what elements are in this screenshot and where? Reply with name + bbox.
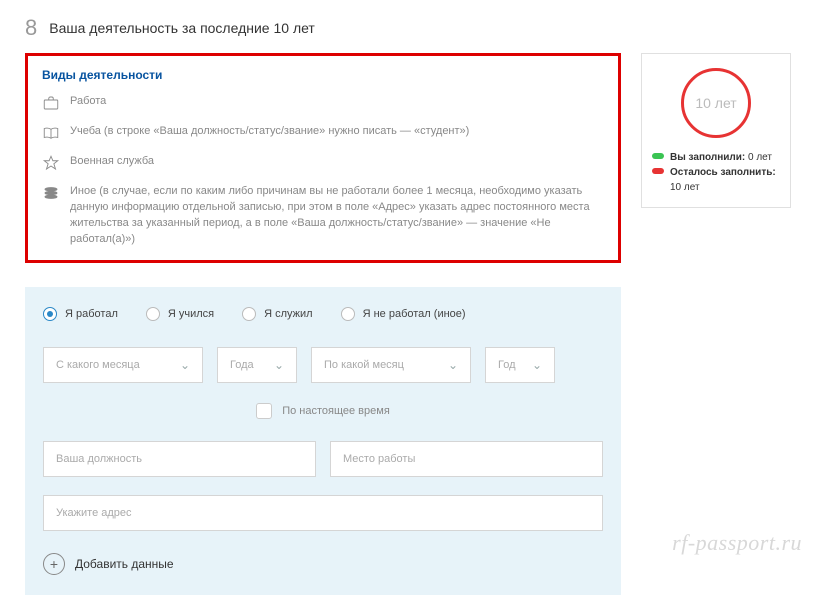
chevron-down-icon: ⌄ — [180, 358, 190, 372]
radio-dot-icon — [242, 307, 256, 321]
address-input[interactable]: Укажите адрес — [43, 495, 603, 531]
progress-card: 10 лет Вы заполнили: 0 лет Осталось запо… — [641, 53, 791, 208]
types-title: Виды деятельности — [42, 68, 604, 82]
type-label: Иное (в случае, если по каким либо причи… — [70, 184, 604, 248]
ring-label: 10 лет — [695, 95, 736, 111]
type-work: Работа — [42, 94, 604, 112]
position-input[interactable]: Ваша должность — [43, 441, 316, 477]
from-year-select[interactable]: Года ⌄ — [217, 347, 297, 383]
legend-filled: Вы заполнили: 0 лет — [652, 150, 780, 165]
briefcase-icon — [42, 94, 60, 112]
progress-ring: 10 лет — [681, 68, 751, 138]
plus-icon: + — [43, 553, 65, 575]
radio-label: Я не работал (иное) — [363, 308, 466, 320]
workplace-input[interactable]: Место работы — [330, 441, 603, 477]
placeholder: Место работы — [343, 453, 415, 465]
radio-dot-icon — [146, 307, 160, 321]
type-other: Иное (в случае, если по каким либо причи… — [42, 184, 604, 248]
stack-icon — [42, 184, 60, 202]
placeholder: По какой месяц — [324, 359, 404, 371]
pill-green-icon — [652, 153, 664, 159]
watermark: rf-passport.ru — [672, 530, 802, 556]
to-year-select[interactable]: Год ⌄ — [485, 347, 555, 383]
chevron-down-icon: ⌄ — [274, 358, 284, 372]
type-label: Учеба (в строке «Ваша должность/статус/з… — [70, 124, 469, 140]
radio-group: Я работал Я учился Я служил Я не работал… — [43, 307, 603, 321]
radio-label: Я служил — [264, 308, 312, 320]
placeholder: Года — [230, 359, 254, 371]
present-checkbox[interactable] — [256, 403, 272, 419]
chevron-down-icon: ⌄ — [532, 358, 542, 372]
legend-value: 10 лет — [670, 182, 700, 193]
legend-remaining: Осталось заполнить: 10 лет — [652, 165, 780, 195]
add-label: Добавить данные — [75, 557, 174, 571]
radio-studied[interactable]: Я учился — [146, 307, 214, 321]
page-title: Ваша деятельность за последние 10 лет — [49, 20, 315, 36]
radio-none[interactable]: Я не работал (иное) — [341, 307, 466, 321]
legend-value: 0 лет — [748, 152, 772, 163]
placeholder: Ваша должность — [56, 453, 142, 465]
placeholder: Год — [498, 359, 516, 371]
radio-served[interactable]: Я служил — [242, 307, 312, 321]
legend-label: Осталось заполнить: — [670, 167, 776, 178]
star-icon — [42, 154, 60, 172]
type-military: Военная служба — [42, 154, 604, 172]
radio-label: Я учился — [168, 308, 214, 320]
radio-dot-icon — [341, 307, 355, 321]
legend-label: Вы заполнили: — [670, 152, 745, 163]
placeholder: С какого месяца — [56, 359, 140, 371]
book-icon — [42, 124, 60, 142]
add-data-button[interactable]: + Добавить данные — [43, 553, 603, 575]
radio-dot-icon — [43, 307, 57, 321]
radio-label: Я работал — [65, 308, 118, 320]
to-month-select[interactable]: По какой месяц ⌄ — [311, 347, 471, 383]
type-study: Учеба (в строке «Ваша должность/статус/з… — [42, 124, 604, 142]
from-month-select[interactable]: С какого месяца ⌄ — [43, 347, 203, 383]
form-panel: Я работал Я учился Я служил Я не работал… — [25, 287, 621, 595]
activity-types-box: Виды деятельности Работа Учеба (в строке… — [25, 53, 621, 263]
chevron-down-icon: ⌄ — [448, 358, 458, 372]
type-label: Военная служба — [70, 154, 154, 170]
pill-red-icon — [652, 168, 664, 174]
present-label: По настоящее время — [282, 405, 390, 417]
placeholder: Укажите адрес — [56, 507, 132, 519]
step-number: 8 — [25, 15, 37, 41]
radio-worked[interactable]: Я работал — [43, 307, 118, 321]
type-label: Работа — [70, 94, 106, 110]
